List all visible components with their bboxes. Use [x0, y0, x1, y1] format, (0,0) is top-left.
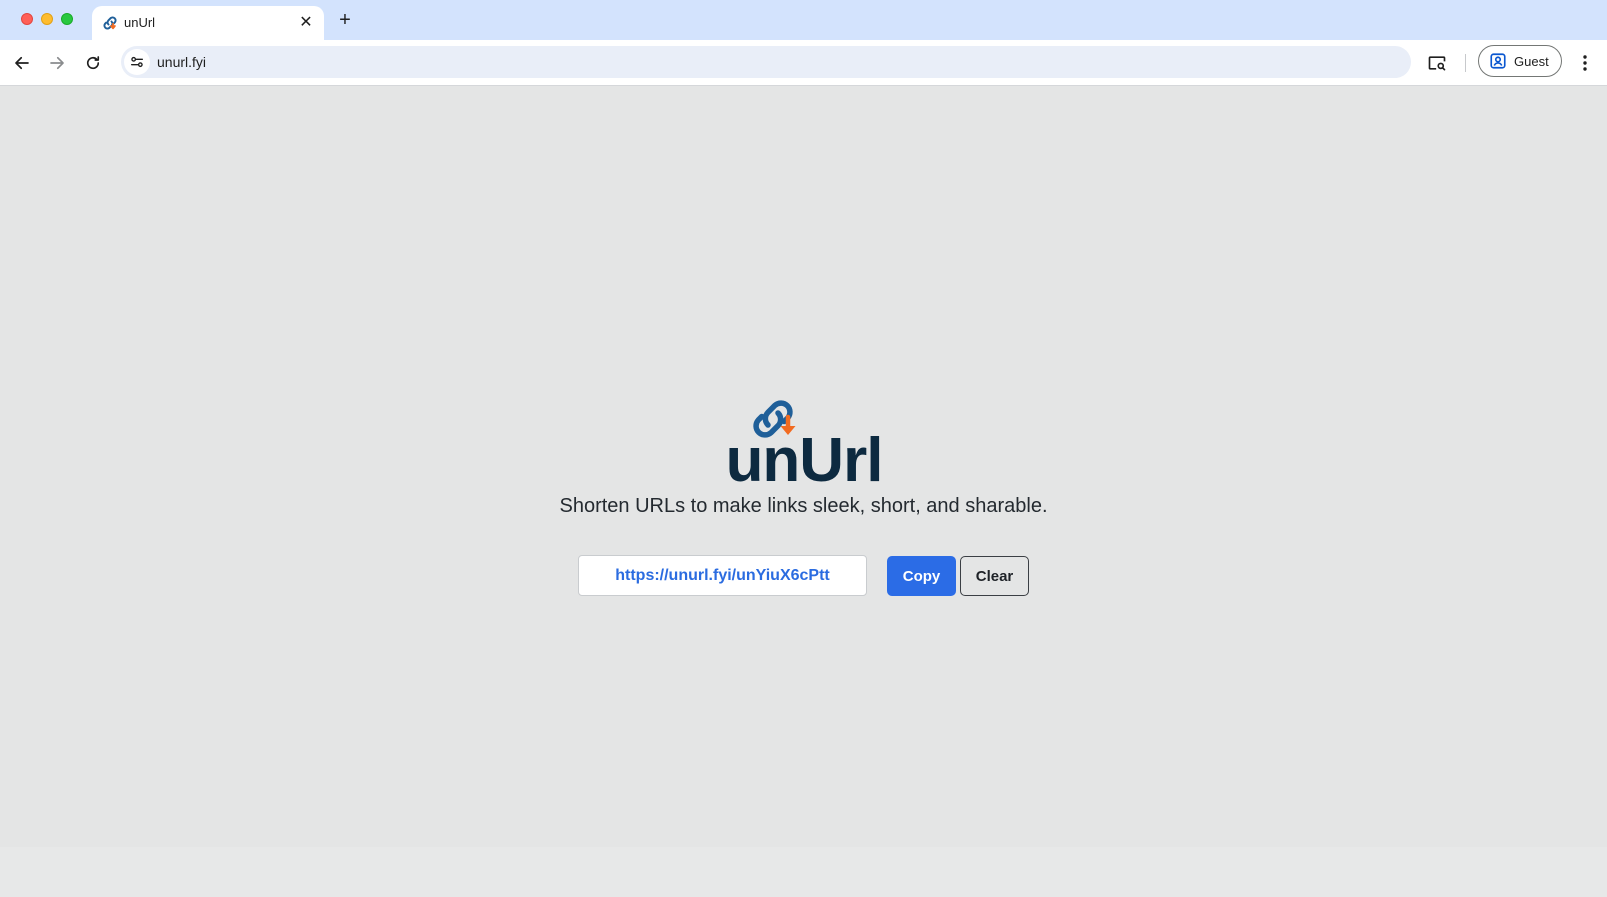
page-footer: [0, 847, 1607, 897]
tab-title: unUrl: [124, 15, 156, 30]
site-info-icon: [131, 56, 143, 68]
address-bar[interactable]: unurl.fyi: [121, 46, 1411, 78]
window-minimize-button[interactable]: [41, 13, 53, 25]
profile-button[interactable]: Guest: [1478, 45, 1562, 77]
cast-icon: [1428, 56, 1446, 71]
short-url-output[interactable]: https://unurl.fyi/unYiuX6cPtt: [578, 555, 867, 596]
reload-icon: [86, 56, 100, 70]
tagline: Shorten URLs to make links sleek, short,…: [559, 495, 1048, 517]
profile-icon: [1490, 53, 1506, 69]
tab-unurl[interactable]: unUrl ✕: [92, 6, 324, 40]
forward-button[interactable]: [44, 50, 70, 76]
site-info-button[interactable]: [124, 49, 150, 75]
window-maximize-button[interactable]: [61, 13, 73, 25]
brand-title: unUrl: [725, 426, 884, 495]
back-button[interactable]: [9, 50, 35, 76]
kebab-menu-icon: [1583, 55, 1587, 71]
browser-menu-button[interactable]: [1572, 50, 1598, 76]
profile-label: Guest: [1514, 53, 1549, 69]
tab-strip: unUrl ✕ +: [0, 0, 1607, 40]
clear-button[interactable]: Clear: [960, 556, 1029, 596]
back-arrow-icon: [15, 56, 29, 70]
copy-button[interactable]: Copy: [887, 556, 956, 596]
tab-close-icon[interactable]: ✕: [296, 13, 316, 33]
window-close-button[interactable]: [21, 13, 33, 25]
forward-arrow-icon: [50, 56, 64, 70]
browser-toolbar: unurl.fyi Guest: [0, 40, 1607, 86]
new-tab-button[interactable]: +: [334, 9, 356, 31]
cast-button[interactable]: [1424, 50, 1450, 76]
link-favicon-icon: [103, 16, 117, 30]
toolbar-divider: [1465, 54, 1466, 72]
address-text[interactable]: unurl.fyi: [157, 54, 206, 70]
short-url-link[interactable]: https://unurl.fyi/unYiuX6cPtt: [615, 567, 830, 585]
reload-button[interactable]: [80, 50, 106, 76]
